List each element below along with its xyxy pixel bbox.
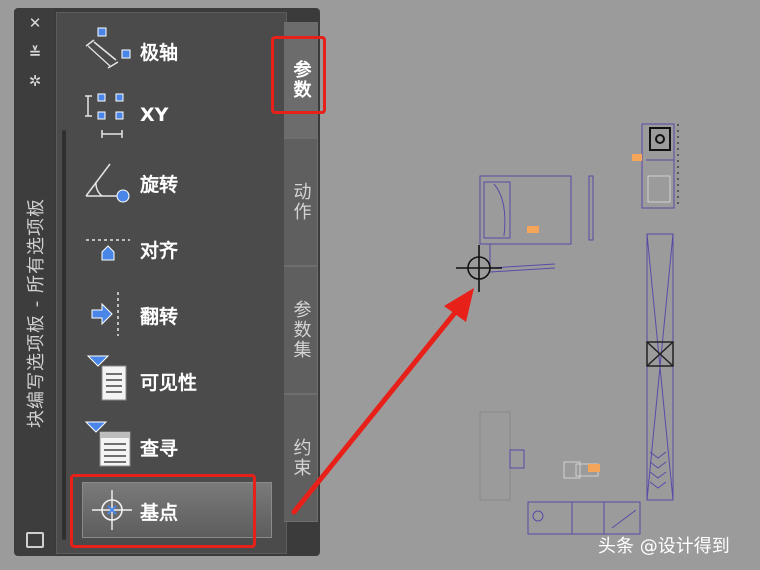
desk-grip[interactable] [588,464,600,472]
sofa-block[interactable] [527,501,641,535]
bed-block[interactable] [479,175,594,273]
toilet-grip[interactable] [632,154,642,161]
bed-grip[interactable] [527,226,539,233]
desk-block[interactable] [479,411,599,501]
base-point-crosshair[interactable] [456,245,502,292]
tall-cabinet-block[interactable] [646,233,674,501]
drawing-canvas[interactable] [0,0,760,570]
watermark-text: 头条 @设计得到 [598,536,730,557]
toilet-block[interactable] [641,123,679,209]
annotation-arrow [291,288,474,515]
